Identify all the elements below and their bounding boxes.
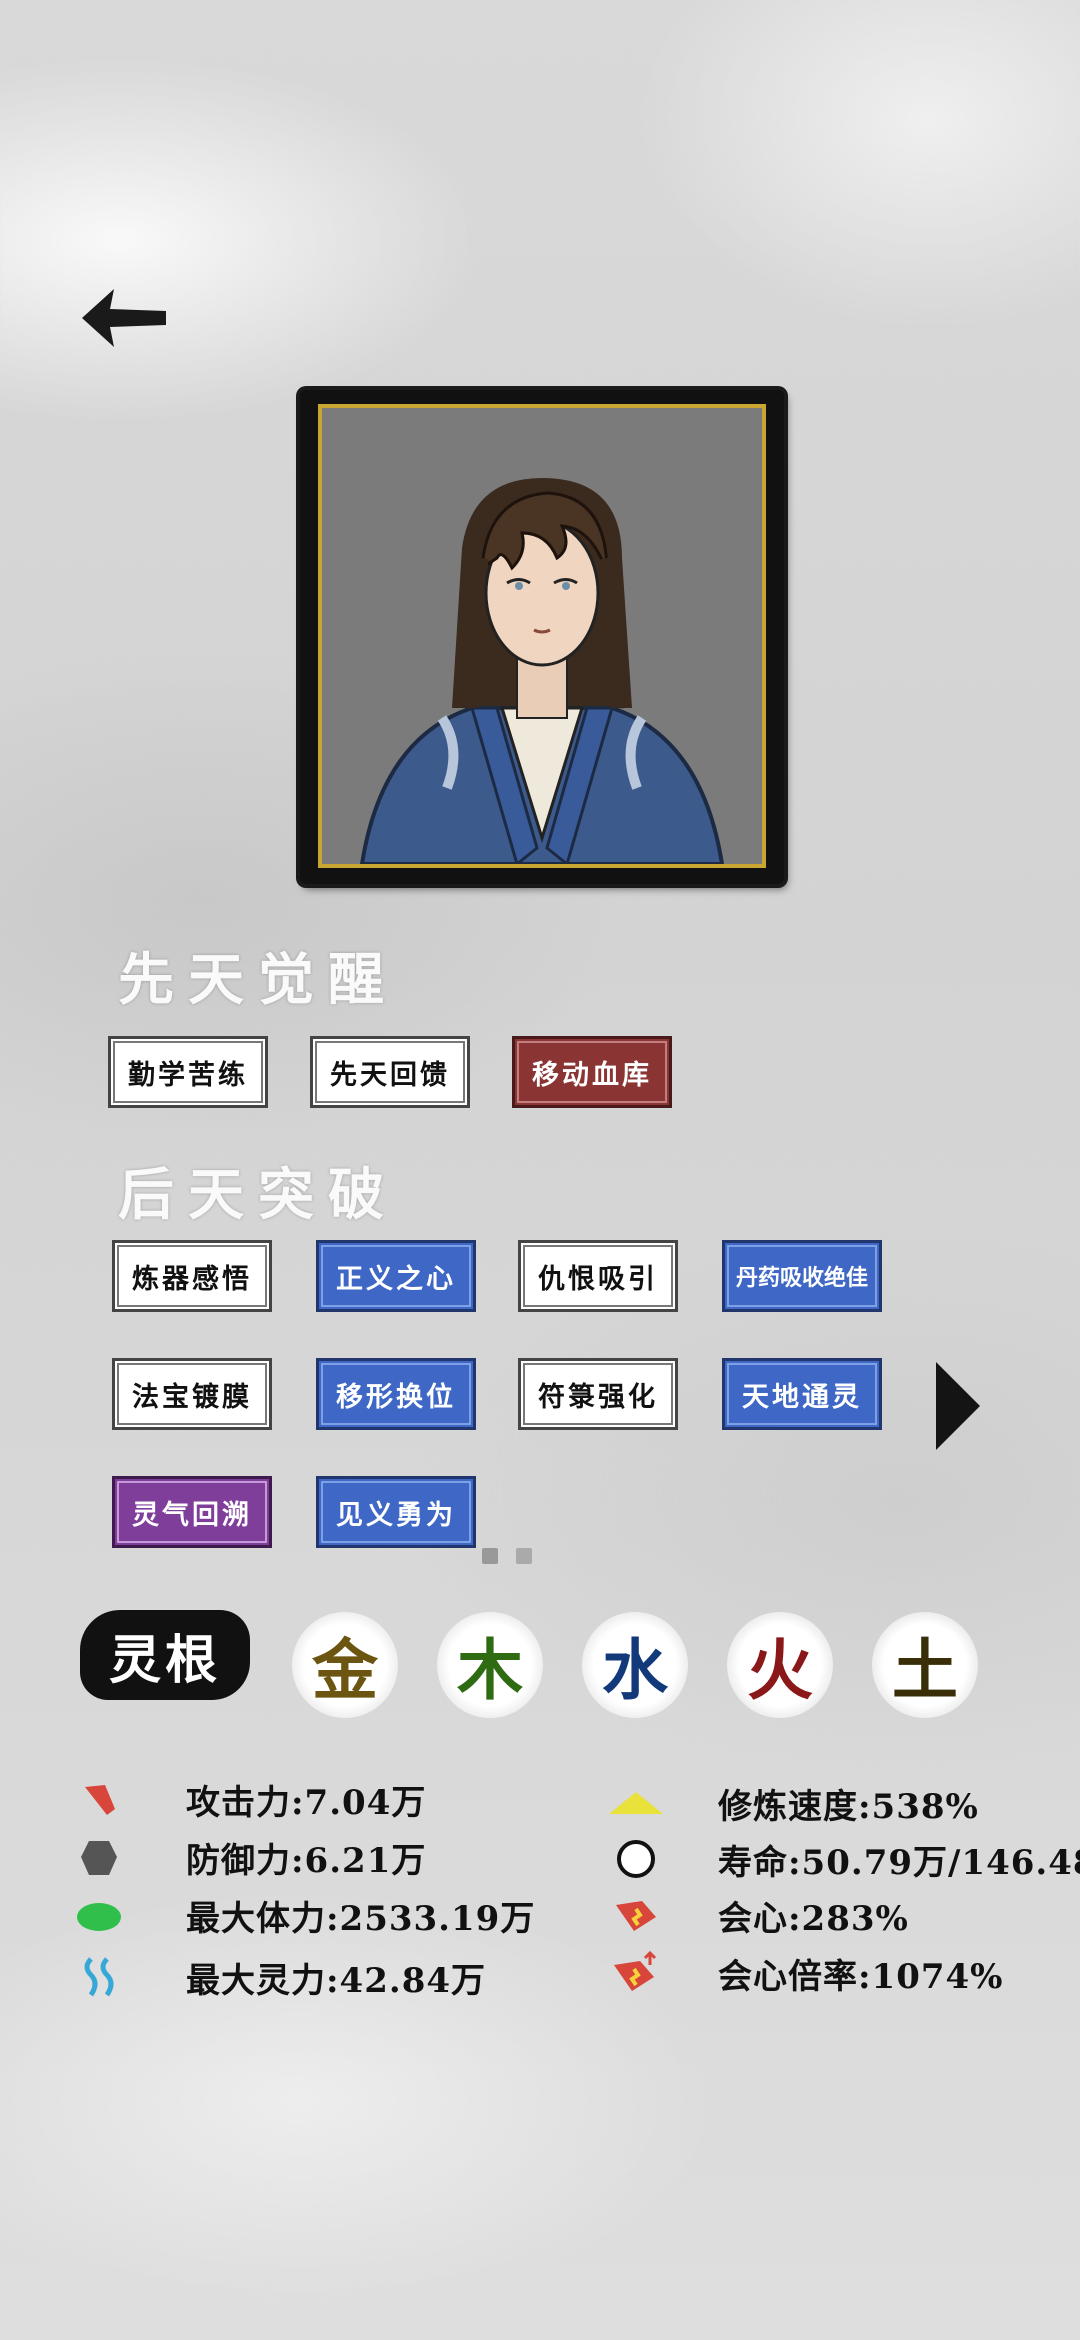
character-avatar-image	[322, 408, 762, 864]
back-arrow-icon	[82, 289, 166, 347]
stat-crit: 会心:283%	[606, 1890, 909, 1940]
awakening-tag-2[interactable]: 先天回馈	[310, 1036, 470, 1108]
element-metal[interactable]: 金	[292, 1612, 398, 1718]
stat-cultivation-speed-text: 修炼速度:538%	[718, 1786, 979, 1827]
stat-crit-multiplier: 会心倍率:1074%	[606, 1948, 1004, 1998]
breakthrough-tag-1[interactable]: 炼器感悟	[112, 1240, 272, 1312]
crit-icon	[606, 1890, 666, 1940]
breakthrough-title: 后天突破	[118, 1162, 398, 1228]
breakthrough-tag-3[interactable]: 仇恨吸引	[518, 1240, 678, 1312]
page-dot-2[interactable]	[516, 1548, 532, 1564]
spirit-root-label: 灵根	[80, 1610, 250, 1700]
hp-icon	[74, 1890, 124, 1940]
crit-multiplier-icon	[606, 1948, 666, 1998]
breakthrough-tag-6[interactable]: 移形换位	[316, 1358, 476, 1430]
stat-mana-text: 最大灵力:42.84万	[186, 1960, 487, 2001]
breakthrough-tag-10[interactable]: 见义勇为	[316, 1476, 476, 1548]
stat-attack-text: 攻击力:7.04万	[186, 1782, 427, 1823]
defense-icon	[74, 1832, 124, 1882]
element-earth[interactable]: 土	[872, 1612, 978, 1718]
element-water[interactable]: 水	[582, 1612, 688, 1718]
awakening-tag-3[interactable]: 移动血库	[512, 1036, 672, 1108]
breakthrough-tag-8[interactable]: 天地通灵	[722, 1358, 882, 1430]
attack-icon	[74, 1774, 124, 1824]
breakthrough-tag-2[interactable]: 正义之心	[316, 1240, 476, 1312]
element-fire[interactable]: 火	[727, 1612, 833, 1718]
mana-icon	[74, 1952, 124, 2002]
stat-crit-multiplier-text: 会心倍率:1074%	[718, 1956, 1004, 1997]
awakening-tag-1[interactable]: 勤学苦练	[108, 1036, 268, 1108]
stat-defense: 防御力:6.21万	[74, 1832, 426, 1882]
breakthrough-tag-4[interactable]: 丹药吸收绝佳	[722, 1240, 882, 1312]
back-button[interactable]	[80, 285, 170, 351]
breakthrough-tag-7[interactable]: 符箓强化	[518, 1358, 678, 1430]
page-dot-1[interactable]	[482, 1548, 498, 1564]
stat-defense-text: 防御力:6.21万	[186, 1840, 427, 1881]
breakthrough-tag-5[interactable]: 法宝镀膜	[112, 1358, 272, 1430]
stat-hp: 最大体力:2533.19万	[74, 1890, 535, 1940]
chevron-right-icon	[936, 1362, 980, 1450]
stat-crit-text: 会心:283%	[718, 1898, 909, 1939]
breakthrough-tag-9[interactable]: 灵气回溯	[112, 1476, 272, 1548]
lifespan-icon	[606, 1834, 666, 1884]
character-portrait-frame	[300, 390, 784, 884]
stat-hp-text: 最大体力:2533.19万	[186, 1898, 536, 1939]
cultivation-speed-icon	[606, 1778, 666, 1828]
element-wood[interactable]: 木	[437, 1612, 543, 1718]
stat-cultivation-speed: 修炼速度:538%	[606, 1778, 979, 1828]
stat-mana: 最大灵力:42.84万	[74, 1952, 486, 2002]
awakening-title: 先天觉醒	[118, 947, 398, 1013]
stat-lifespan: 寿命:50.79万/146.48万	[606, 1834, 1080, 1884]
stat-lifespan-text: 寿命:50.79万/146.48万	[718, 1842, 1080, 1883]
next-page-button[interactable]	[932, 1358, 982, 1454]
stat-attack: 攻击力:7.04万	[74, 1774, 426, 1824]
character-portrait	[318, 404, 766, 868]
